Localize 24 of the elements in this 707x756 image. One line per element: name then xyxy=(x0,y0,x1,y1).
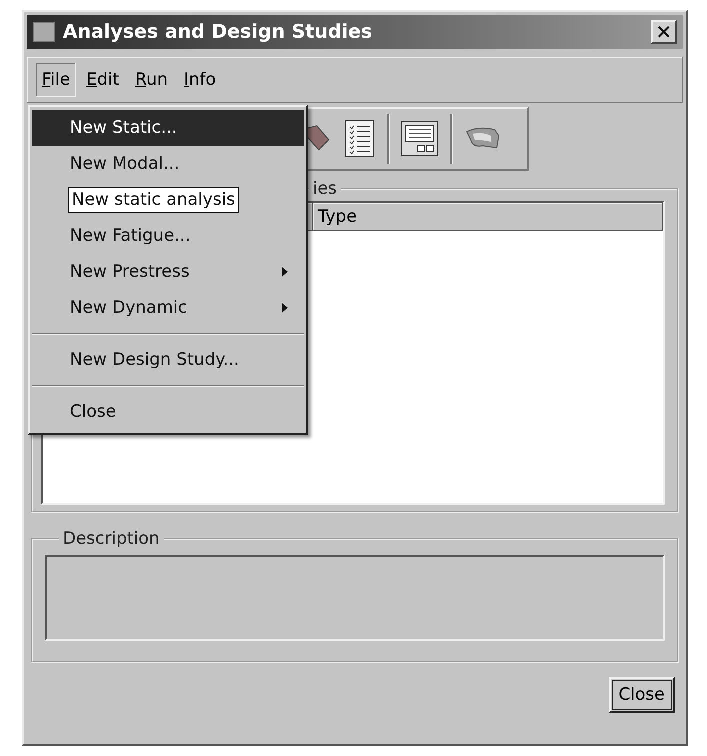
menu-option[interactable]: New Prestress xyxy=(32,254,304,290)
group-title: Description xyxy=(62,529,161,549)
close-button[interactable]: Close xyxy=(608,677,675,713)
menu-item[interactable]: Edit xyxy=(80,63,126,97)
menu-option[interactable]: New Fatigue... xyxy=(32,218,304,254)
submenu-arrow-icon xyxy=(282,267,288,277)
menu-option[interactable]: New Static... xyxy=(32,110,304,146)
panel-icon[interactable] xyxy=(400,119,440,159)
close-icon[interactable] xyxy=(651,20,677,44)
group-title: ies xyxy=(312,179,338,199)
menu-option[interactable]: New Modal... xyxy=(32,146,304,182)
menu-item[interactable]: Info xyxy=(178,63,222,97)
checklist-icon[interactable] xyxy=(343,119,377,159)
description-field[interactable] xyxy=(45,555,665,641)
window-title: Analyses and Design Studies xyxy=(63,21,374,43)
tooltip: New static analysis xyxy=(68,187,240,213)
window-icon xyxy=(33,22,55,42)
submenu-arrow-icon xyxy=(282,303,288,313)
menu-option[interactable]: New Design Study... xyxy=(32,342,304,378)
menu-option[interactable]: New Dynamic xyxy=(32,290,304,326)
menu-item[interactable]: File xyxy=(36,63,76,97)
menu-option[interactable]: Close xyxy=(32,394,304,430)
menu-item[interactable]: Run xyxy=(129,63,174,97)
column-header[interactable]: Type xyxy=(313,203,663,231)
